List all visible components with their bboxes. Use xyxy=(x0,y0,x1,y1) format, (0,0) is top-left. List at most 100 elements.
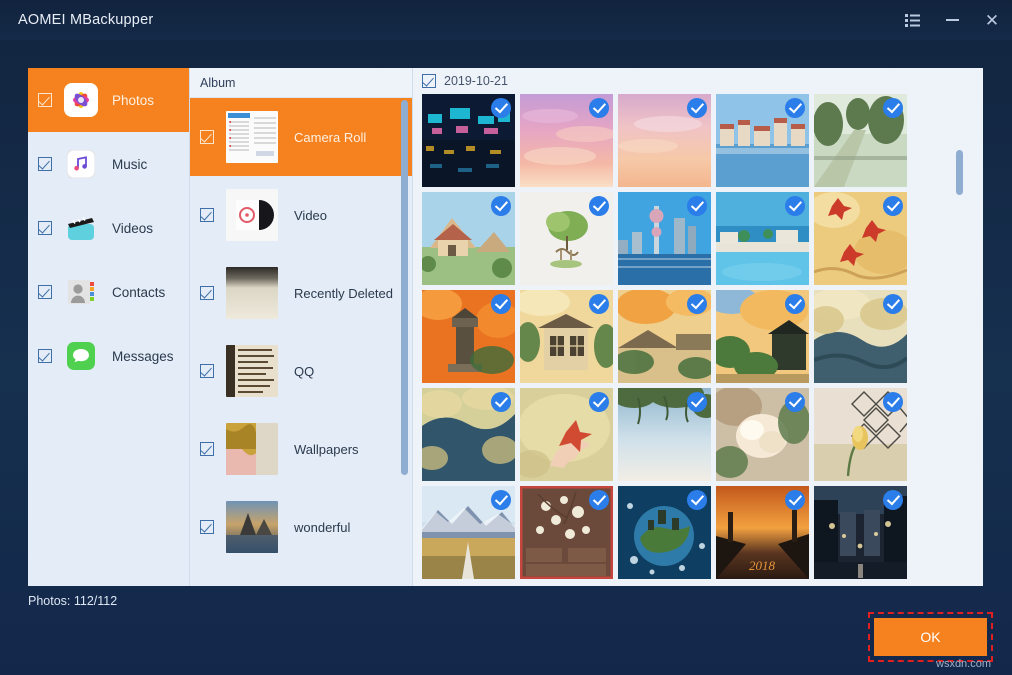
svg-text:2018: 2018 xyxy=(749,558,776,573)
photo-tile[interactable] xyxy=(618,486,711,579)
photo-selected-check[interactable] xyxy=(491,98,511,118)
videos-icon xyxy=(64,211,98,245)
album-item-video[interactable]: Video xyxy=(190,176,412,254)
sidebar-item-label: Videos xyxy=(112,221,153,236)
window-controls: ✕ xyxy=(892,0,1012,40)
album-item-camera-roll[interactable]: Camera Roll xyxy=(190,98,412,176)
album-item-qq[interactable]: QQ xyxy=(190,332,412,410)
album-checkbox[interactable] xyxy=(200,208,214,222)
photo-selected-check[interactable] xyxy=(883,392,903,412)
photo-selected-check[interactable] xyxy=(589,196,609,216)
photo-selected-check[interactable] xyxy=(687,294,707,314)
photo-tile[interactable] xyxy=(716,192,809,285)
date-group-checkbox[interactable] xyxy=(422,74,436,88)
photo-grid-panel: 2019-10-21 xyxy=(412,68,983,586)
content-panel: Photos Music xyxy=(28,68,983,586)
album-column-header: Album xyxy=(190,68,412,98)
album-item-label: wonderful xyxy=(294,520,350,535)
sidebar-item-photos[interactable]: Photos xyxy=(28,68,189,132)
status-text: Photos: 112/112 xyxy=(28,594,117,608)
photo-tile[interactable] xyxy=(814,94,907,187)
photo-tile[interactable] xyxy=(716,290,809,383)
music-checkbox[interactable] xyxy=(38,157,52,171)
photo-tile[interactable] xyxy=(814,192,907,285)
photo-tile[interactable] xyxy=(520,290,613,383)
album-thumbnail xyxy=(226,189,278,241)
photo-tile[interactable] xyxy=(520,192,613,285)
photo-selected-check[interactable] xyxy=(687,196,707,216)
sidebar-item-messages[interactable]: Messages xyxy=(28,324,189,388)
photo-tile[interactable] xyxy=(422,486,515,579)
photo-selected-check[interactable] xyxy=(687,98,707,118)
date-group-label: 2019-10-21 xyxy=(444,74,508,88)
photos-checkbox[interactable] xyxy=(38,93,52,107)
photo-selected-check[interactable] xyxy=(785,392,805,412)
photo-tile[interactable] xyxy=(422,388,515,481)
title-bar: AOMEI MBackupper ✕ xyxy=(0,0,1012,40)
album-checkbox[interactable] xyxy=(200,286,214,300)
date-group-header[interactable]: 2019-10-21 xyxy=(413,68,983,94)
photo-selected-check[interactable] xyxy=(491,490,511,510)
contacts-checkbox[interactable] xyxy=(38,285,52,299)
sidebar-item-music[interactable]: Music xyxy=(28,132,189,196)
photo-grid-scrollbar-thumb[interactable] xyxy=(956,150,963,195)
photo-selected-check[interactable] xyxy=(589,98,609,118)
album-scrollbar-thumb[interactable] xyxy=(401,100,408,475)
album-scroll-area[interactable]: Camera Roll Video xyxy=(190,98,412,586)
ok-button[interactable]: OK xyxy=(874,618,987,656)
photo-selected-check[interactable] xyxy=(785,294,805,314)
photo-selected-check[interactable] xyxy=(785,196,805,216)
minimize-button[interactable] xyxy=(932,0,972,40)
album-item-wonderful[interactable]: wonderful xyxy=(190,488,412,566)
photo-tile[interactable] xyxy=(814,290,907,383)
photo-tile[interactable] xyxy=(422,192,515,285)
photo-tile[interactable] xyxy=(520,388,613,481)
photo-selected-check[interactable] xyxy=(785,98,805,118)
photo-tile[interactable] xyxy=(422,290,515,383)
photo-tile[interactable] xyxy=(520,94,613,187)
album-checkbox[interactable] xyxy=(200,130,214,144)
photo-tile[interactable] xyxy=(814,486,907,579)
album-checkbox[interactable] xyxy=(200,364,214,378)
photo-selected-check[interactable] xyxy=(589,294,609,314)
photo-selected-check[interactable] xyxy=(491,196,511,216)
photo-selected-check[interactable] xyxy=(883,294,903,314)
photo-selected-check[interactable] xyxy=(589,490,609,510)
photo-selected-check[interactable] xyxy=(687,392,707,412)
photo-selected-check[interactable] xyxy=(785,490,805,510)
photo-tile[interactable]: 2018 xyxy=(716,486,809,579)
contacts-icon xyxy=(64,275,98,309)
menu-list-icon[interactable] xyxy=(892,0,932,40)
photo-tile[interactable] xyxy=(618,94,711,187)
album-checkbox[interactable] xyxy=(200,520,214,534)
sidebar-item-contacts[interactable]: Contacts xyxy=(28,260,189,324)
album-item-wallpapers[interactable]: Wallpapers xyxy=(190,410,412,488)
photo-tile[interactable] xyxy=(618,192,711,285)
photo-tile[interactable] xyxy=(814,388,907,481)
album-checkbox[interactable] xyxy=(200,442,214,456)
photo-tile[interactable] xyxy=(520,486,613,579)
sidebar-item-label: Photos xyxy=(112,93,154,108)
close-button[interactable]: ✕ xyxy=(972,0,1012,40)
photo-selected-check[interactable] xyxy=(883,196,903,216)
photo-selected-check[interactable] xyxy=(883,98,903,118)
album-thumbnail xyxy=(226,345,278,397)
photo-tile[interactable] xyxy=(716,388,809,481)
album-thumbnail xyxy=(226,423,278,475)
sidebar-item-videos[interactable]: Videos xyxy=(28,196,189,260)
messages-checkbox[interactable] xyxy=(38,349,52,363)
photo-selected-check[interactable] xyxy=(883,490,903,510)
photo-tile[interactable] xyxy=(618,388,711,481)
photo-selected-check[interactable] xyxy=(687,490,707,510)
photo-selected-check[interactable] xyxy=(491,294,511,314)
photo-selected-check[interactable] xyxy=(589,392,609,412)
photo-selected-check[interactable] xyxy=(491,392,511,412)
app-title: AOMEI MBackupper xyxy=(18,12,153,28)
photo-tile[interactable] xyxy=(422,94,515,187)
videos-checkbox[interactable] xyxy=(38,221,52,235)
album-item-recently-deleted[interactable]: Recently Deleted xyxy=(190,254,412,332)
photo-tile[interactable] xyxy=(618,290,711,383)
photo-grid: 2018 xyxy=(413,94,983,579)
ok-button-highlight: OK xyxy=(868,612,993,662)
photo-tile[interactable] xyxy=(716,94,809,187)
